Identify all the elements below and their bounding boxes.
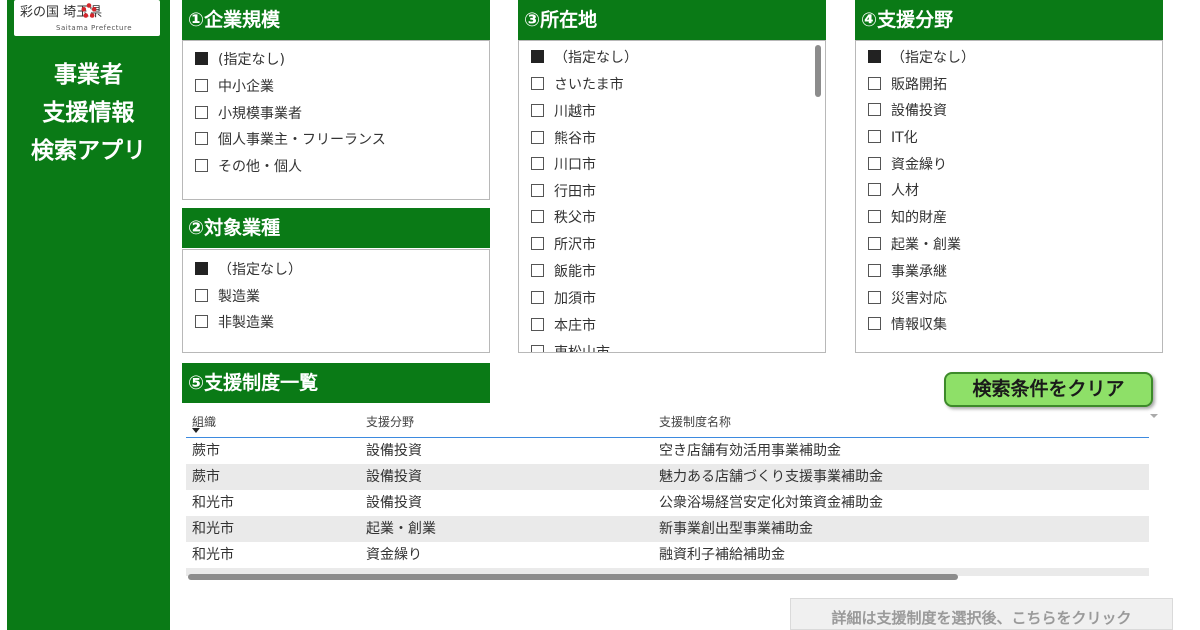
support-field-option[interactable]: 資金繰り — [868, 155, 947, 175]
checkbox[interactable] — [195, 262, 208, 275]
sort-indicator-icon[interactable] — [1150, 414, 1158, 418]
checkbox[interactable] — [868, 157, 881, 170]
checkbox[interactable] — [195, 132, 208, 145]
location-scrollbar[interactable] — [815, 45, 821, 97]
checkbox[interactable] — [531, 131, 544, 144]
checkbox[interactable] — [868, 50, 881, 63]
location-option[interactable]: 所沢市 — [531, 235, 596, 255]
checkbox[interactable] — [531, 157, 544, 170]
app-title-line: 事業者 — [54, 62, 123, 88]
checkbox[interactable] — [868, 103, 881, 116]
support-field-option[interactable]: 人材 — [868, 181, 919, 201]
checkbox[interactable] — [868, 237, 881, 250]
app-root: 彩の国 埼玉県 Saitama Prefecture 事業者 支援情報 検索アプ… — [0, 0, 1200, 630]
location-option[interactable]: 東松山市 — [531, 343, 610, 352]
table-horizontal-scrollbar[interactable] — [188, 574, 958, 580]
location-option[interactable]: さいたま市 — [531, 75, 624, 95]
table-row[interactable]: 和光市 資金繰り 融資利子補給補助金 — [186, 542, 1149, 568]
company-size-option-none[interactable]: (指定なし) — [195, 50, 285, 70]
location-option[interactable]: 秩父市 — [531, 208, 596, 228]
location-filter[interactable]: （指定なし） さいたま市 川越市 熊谷市 川口市 行田市 秩父市 所沢市 飯能市… — [518, 40, 826, 353]
table-header: 組織 支援分野 支援制度名称 — [186, 408, 1149, 438]
checkbox[interactable] — [195, 289, 208, 302]
location-option[interactable]: 熊谷市 — [531, 129, 596, 149]
industry-option-none[interactable]: （指定なし） — [195, 260, 302, 280]
support-field-header: ④支援分野 — [855, 0, 1163, 40]
support-list-table: 組織 支援分野 支援制度名称 蕨市 設備投資 空き店舗有効活用事業補助金 蕨市 … — [186, 408, 1149, 576]
checkbox[interactable] — [531, 184, 544, 197]
support-field-option[interactable]: 販路開拓 — [868, 75, 947, 95]
location-option[interactable]: 本庄市 — [531, 316, 596, 336]
location-option[interactable]: 川口市 — [531, 155, 596, 175]
support-field-option-none[interactable]: （指定なし） — [868, 48, 975, 68]
company-size-option-small[interactable]: 小規模事業者 — [195, 104, 302, 124]
location-option[interactable]: 加須市 — [531, 289, 596, 309]
checkbox[interactable] — [195, 315, 208, 328]
detail-button[interactable]: 詳細は支援制度を選択後、こちらをクリック — [790, 598, 1173, 630]
industry-option-non-manufacturing[interactable]: 非製造業 — [195, 313, 274, 333]
checkbox[interactable] — [531, 318, 544, 331]
checkbox[interactable] — [868, 291, 881, 304]
location-option[interactable]: 飯能市 — [531, 262, 596, 282]
checkbox[interactable] — [531, 210, 544, 223]
checkbox[interactable] — [195, 106, 208, 119]
checkbox[interactable] — [868, 264, 881, 277]
checkbox[interactable] — [195, 52, 208, 65]
app-title: 事業者 支援情報 検索アプリ — [7, 56, 170, 170]
support-field-option[interactable]: 知的財産 — [868, 208, 947, 228]
checkbox[interactable] — [868, 130, 881, 143]
table-row[interactable]: 蕨市 設備投資 空き店舗有効活用事業補助金 — [186, 438, 1149, 464]
support-list-header: ⑤支援制度一覧 — [182, 363, 490, 403]
checkbox[interactable] — [531, 50, 544, 63]
support-field-option[interactable]: 事業承継 — [868, 262, 947, 282]
company-size-header: ①企業規模 — [182, 0, 490, 40]
prefecture-emblem-icon — [81, 3, 97, 18]
checkbox[interactable] — [195, 159, 208, 172]
company-size-option-other[interactable]: その他・個人 — [195, 157, 302, 177]
app-title-line: 支援情報 — [42, 100, 135, 126]
table-row[interactable]: 蕨市 設備投資 魅力ある店舗づくり支援事業補助金 — [186, 464, 1149, 490]
checkbox[interactable] — [868, 77, 881, 90]
checkbox[interactable] — [531, 345, 544, 352]
logo-subtitle: Saitama Prefecture — [56, 24, 133, 32]
checkbox[interactable] — [868, 183, 881, 196]
support-field-option[interactable]: IT化 — [868, 128, 918, 148]
industry-option-manufacturing[interactable]: 製造業 — [195, 287, 260, 307]
clear-conditions-button[interactable]: 検索条件をクリア — [944, 372, 1153, 407]
support-field-option[interactable]: 災害対応 — [868, 289, 947, 309]
column-header-field[interactable]: 支援分野 — [366, 413, 414, 430]
support-field-option[interactable]: 設備投資 — [868, 101, 947, 121]
table-row[interactable]: 和光市 起業・創業 新事業創出型事業補助金 — [186, 516, 1149, 542]
location-option[interactable]: 行田市 — [531, 182, 596, 202]
checkbox[interactable] — [868, 210, 881, 223]
table-row[interactable]: 和光市 設備投資 公衆浴場経営安定化対策資金補助金 — [186, 490, 1149, 516]
support-field-filter: （指定なし） 販路開拓 設備投資 IT化 資金繰り 人材 知的財産 起業・創業 … — [855, 40, 1163, 353]
checkbox[interactable] — [531, 77, 544, 90]
app-title-line: 検索アプリ — [31, 138, 146, 164]
company-size-filter: (指定なし) 中小企業 小規模事業者 個人事業主・フリーランス その他・個人 — [182, 40, 490, 200]
location-option[interactable]: 川越市 — [531, 102, 596, 122]
support-field-option[interactable]: 起業・創業 — [868, 235, 961, 255]
company-size-option-sme[interactable]: 中小企業 — [195, 77, 274, 97]
checkbox[interactable] — [868, 317, 881, 330]
checkbox[interactable] — [195, 79, 208, 92]
industry-header: ②対象業種 — [182, 208, 490, 248]
checkbox[interactable] — [531, 237, 544, 250]
support-field-option[interactable]: 情報収集 — [868, 315, 947, 335]
sort-down-icon — [192, 428, 200, 433]
location-option-none[interactable]: （指定なし） — [531, 48, 638, 68]
checkbox[interactable] — [531, 264, 544, 277]
prefecture-logo: 彩の国 埼玉県 Saitama Prefecture — [14, 0, 160, 36]
column-header-name[interactable]: 支援制度名称 — [659, 413, 731, 430]
checkbox[interactable] — [531, 104, 544, 117]
checkbox[interactable] — [531, 291, 544, 304]
industry-filter: （指定なし） 製造業 非製造業 — [182, 249, 490, 353]
company-size-option-sole[interactable]: 個人事業主・フリーランス — [195, 130, 386, 150]
location-header: ③所在地 — [518, 0, 826, 40]
